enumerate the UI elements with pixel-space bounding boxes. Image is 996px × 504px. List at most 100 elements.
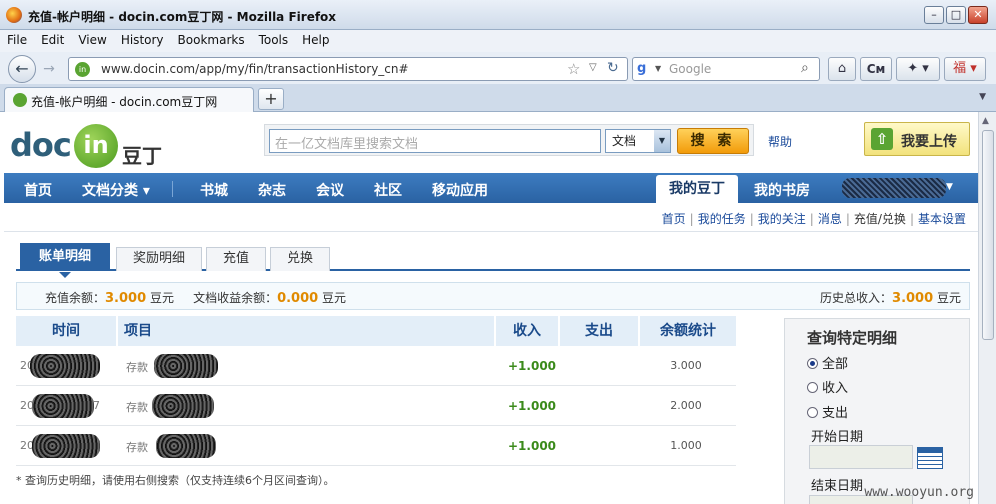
header-income: 收入 xyxy=(496,316,558,346)
radio-checked-icon[interactable] xyxy=(807,358,818,369)
main-nav: 首页 文档分类 ▾ 书城 杂志 会议 社区 移动应用 我的豆丁 我的书房 ▼ xyxy=(4,173,978,203)
google-icon[interactable]: g xyxy=(637,61,653,77)
tab-bill-details[interactable]: 账单明细 xyxy=(20,243,110,278)
magnifier-icon[interactable]: ⌕ xyxy=(801,60,809,76)
divider xyxy=(4,231,978,232)
menu-help[interactable]: Help xyxy=(295,30,336,50)
nav-home[interactable]: 首页 xyxy=(24,180,52,200)
new-tab-button[interactable]: + xyxy=(258,88,284,110)
row-item: 存款 xyxy=(126,361,148,374)
table-header: 时间 项目 收入 支出 余额统计 xyxy=(16,316,736,346)
vertical-scrollbar[interactable]: ▲ xyxy=(978,112,996,504)
addon-fu-icon[interactable]: 福 ▾ xyxy=(944,57,986,81)
url-dropdown-icon[interactable]: ▽ xyxy=(589,62,597,73)
menu-bookmarks[interactable]: Bookmarks xyxy=(171,30,252,50)
cm-addon-icon[interactable]: Cм xyxy=(860,57,892,81)
nav-categories[interactable]: 文档分类 ▾ xyxy=(82,180,150,200)
page-content: doc in 豆丁 在一亿文档库里搜索文档 文档 ▼ 搜 索 帮助 ⇧ 我要上传… xyxy=(4,112,978,504)
radio-all[interactable]: 全部 xyxy=(807,353,848,372)
tab-recharge[interactable]: 充值 xyxy=(206,247,266,271)
subnav-settings[interactable]: 基本设置 xyxy=(914,212,970,226)
tab-reward-details[interactable]: 奖励明细 xyxy=(116,247,202,271)
subnav-messages[interactable]: 消息 xyxy=(814,212,846,226)
help-link[interactable]: 帮助 xyxy=(768,133,792,150)
tab-list-icon[interactable]: ▼ xyxy=(979,92,986,102)
radio-unchecked-icon[interactable] xyxy=(807,382,818,393)
row-income: +1.000 xyxy=(508,399,557,413)
bookmark-star-icon[interactable]: ☆ xyxy=(567,60,580,78)
radio-expense[interactable]: 支出 xyxy=(807,402,848,421)
address-bar[interactable]: in www.docin.com/app/my/fin/transactionH… xyxy=(68,57,628,81)
nav-meeting[interactable]: 会议 xyxy=(316,180,344,200)
navigation-toolbar: ← → in www.docin.com/app/my/fin/transact… xyxy=(0,52,996,84)
scrollbar-thumb[interactable] xyxy=(982,130,994,340)
forward-button[interactable]: → xyxy=(38,59,60,79)
balance-left: 充值余额：3.000 豆元 文档收益余额：0.000 豆元 xyxy=(45,289,346,306)
reload-icon[interactable]: ↻ xyxy=(607,60,619,76)
nav-my-docin[interactable]: 我的豆丁 xyxy=(656,175,738,203)
income-balance-label: 文档收益余额： xyxy=(193,291,278,305)
table-row: 2007 存款 +1.000 1.000 xyxy=(16,426,736,466)
nav-mobile[interactable]: 移动应用 xyxy=(432,180,488,200)
nav-magazine[interactable]: 杂志 xyxy=(258,180,286,200)
header-item: 项目 xyxy=(118,316,494,346)
menu-bar: File Edit View History Bookmarks Tools Help xyxy=(0,30,996,52)
user-dropdown-icon[interactable]: ▼ xyxy=(946,182,953,192)
browser-search-box[interactable]: g ▼ Google ⌕ xyxy=(632,57,820,81)
subnav-tasks[interactable]: 我的任务 xyxy=(694,212,750,226)
tab-exchange[interactable]: 兑换 xyxy=(270,247,330,271)
history-note: * 查询历史明细，请使用右侧搜索（仅支持连续6个月区间查询）。 xyxy=(16,474,335,487)
maximize-button[interactable]: □ xyxy=(946,6,966,24)
search-engine-dropdown-icon[interactable]: ▼ xyxy=(655,64,661,73)
row-item: 存款 xyxy=(126,401,148,414)
menu-tools[interactable]: Tools xyxy=(252,30,296,50)
row-balance: 2.000 xyxy=(670,399,702,412)
radio-all-label: 全部 xyxy=(822,357,849,372)
end-date-label: 结束日期 xyxy=(811,479,864,494)
query-title: 查询特定明细 xyxy=(807,329,898,347)
row-income: +1.000 xyxy=(508,359,557,373)
radio-income[interactable]: 收入 xyxy=(807,377,848,396)
minimize-button[interactable]: – xyxy=(924,6,944,24)
menu-edit[interactable]: Edit xyxy=(34,30,71,50)
row-income: +1.000 xyxy=(508,439,557,453)
radio-unchecked-icon[interactable] xyxy=(807,407,818,418)
header-time: 时间 xyxy=(16,316,116,346)
menu-file[interactable]: File xyxy=(0,30,34,50)
redacted-time xyxy=(32,394,94,418)
addon-bug-icon[interactable]: ✦ ▾ xyxy=(896,57,940,81)
account-tabs: 账单明细 奖励明细 充值 兑换 xyxy=(16,243,970,278)
watermark: www.wooyun.org xyxy=(864,485,974,500)
back-button[interactable]: ← xyxy=(8,55,36,83)
site-search: 在一亿文档库里搜索文档 文档 ▼ 搜 索 xyxy=(264,124,754,156)
subnav-follows[interactable]: 我的关注 xyxy=(754,212,810,226)
subnav-home[interactable]: 首页 xyxy=(658,212,690,226)
redacted-item xyxy=(156,434,216,458)
chevron-down-icon[interactable]: ▼ xyxy=(654,130,670,152)
nav-community[interactable]: 社区 xyxy=(374,180,402,200)
unit-label: 豆元 xyxy=(936,291,961,305)
close-button[interactable]: ✕ xyxy=(968,6,988,24)
table-row: 2007 存款 +1.000 2.000 xyxy=(16,386,736,426)
nav-bookstore[interactable]: 书城 xyxy=(200,180,228,200)
scroll-up-icon[interactable]: ▲ xyxy=(982,116,989,126)
start-date-input[interactable] xyxy=(809,445,913,469)
header-expense: 支出 xyxy=(560,316,638,346)
menu-history[interactable]: History xyxy=(114,30,171,50)
upload-button[interactable]: ⇧ 我要上传 xyxy=(864,122,970,156)
browser-tab[interactable]: 充值-帐户明细 - docin.com豆丁网 xyxy=(4,87,254,112)
calendar-icon[interactable] xyxy=(917,447,943,469)
redacted-item xyxy=(154,354,218,378)
site-search-button[interactable]: 搜 索 xyxy=(677,128,749,154)
menu-view[interactable]: View xyxy=(71,30,113,50)
unit-label: 豆元 xyxy=(322,291,347,305)
site-search-input[interactable]: 在一亿文档库里搜索文档 xyxy=(269,129,601,153)
upload-label: 我要上传 xyxy=(901,134,957,150)
nav-my-bookroom[interactable]: 我的书房 xyxy=(754,180,810,200)
recharge-balance-value: 3.000 xyxy=(105,291,147,306)
home-icon[interactable]: ⌂ xyxy=(828,57,856,81)
url-text[interactable]: www.docin.com/app/my/fin/transactionHist… xyxy=(101,62,409,76)
search-type-select[interactable]: 文档 ▼ xyxy=(605,129,671,153)
subnav-recharge[interactable]: 充值/兑换 xyxy=(850,212,910,226)
user-name-redacted[interactable] xyxy=(842,178,946,198)
